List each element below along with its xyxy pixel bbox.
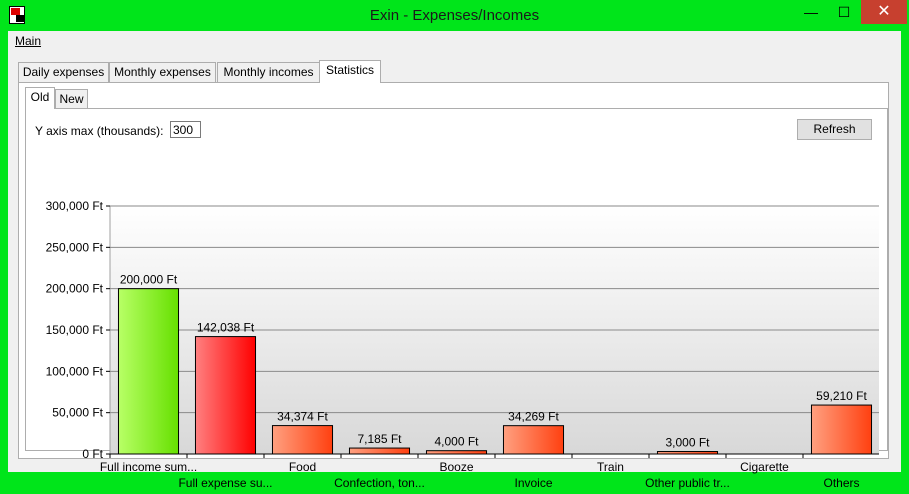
window-client: Main Daily expenses Monthly expenses Mon… — [8, 31, 901, 490]
x-category-label: Full expense su... — [178, 476, 272, 490]
bar-value-label: 142,038 Ft — [197, 321, 255, 335]
bar-value-label: 3,000 Ft — [665, 436, 710, 450]
minimize-button[interactable]: — — [797, 0, 825, 24]
bar-3 — [348, 447, 411, 455]
tab-daily-expenses[interactable]: Daily expenses — [18, 62, 109, 82]
x-category-label: Full income sum... — [100, 460, 197, 474]
bar-value-label: 34,269 Ft — [508, 410, 559, 424]
tab-statistics[interactable]: Statistics — [319, 60, 381, 83]
close-button[interactable]: ✕ — [861, 0, 907, 24]
x-category-label: Others — [823, 476, 859, 490]
bar-value-label: 7,185 Ft — [357, 432, 402, 446]
y-tick-label: 150,000 Ft — [46, 323, 104, 337]
chart-x-axis: Full income sum... Full expense su... Food… — [100, 453, 879, 490]
x-category-label: Confection, ton... — [334, 476, 425, 490]
y-tick-label: 0 Ft — [82, 447, 103, 461]
subtab-old[interactable]: Old — [25, 87, 55, 109]
bar-9 — [810, 404, 873, 455]
x-category-label: Food — [289, 460, 316, 474]
y-tick-label: 300,000 Ft — [46, 199, 104, 213]
subtab-new[interactable]: New — [55, 89, 88, 109]
x-category-label: Invoice — [514, 476, 552, 490]
bar-value-label: 59,210 Ft — [816, 389, 867, 403]
y-tick-label: 100,000 Ft — [46, 364, 104, 378]
bar-5 — [502, 425, 565, 455]
bar-0 — [117, 288, 180, 455]
x-category-label: Booze — [439, 460, 473, 474]
bar-value-label: 34,374 Ft — [277, 410, 328, 424]
bar-value-label: 4,000 Ft — [434, 435, 479, 449]
x-category-label: Cigarette — [740, 460, 789, 474]
y-tick-label: 200,000 Ft — [46, 282, 104, 296]
x-category-label: Train — [597, 460, 624, 474]
statistics-panel: Old New Y axis max (thousands): Refresh … — [18, 82, 889, 490]
y-tick-label: 250,000 Ft — [46, 240, 104, 254]
window-title: Exin - Expenses/Incomes — [369, 7, 540, 24]
bar-value-label: 200,000 Ft — [120, 273, 178, 287]
statistics-chart: 0 Ft 50,000 Ft 100,000 Ft 150,000 Ft 200,000… — [46, 199, 879, 490]
menu-main[interactable]: Main — [15, 34, 41, 48]
menu-bar: Main — [8, 31, 901, 51]
y-tick-label: 50,000 Ft — [52, 406, 103, 420]
x-category-label: Other public tr... — [645, 476, 730, 490]
bar-1 — [194, 336, 257, 455]
title-bar: Exin - Expenses/Incomes — ☐ ✕ — [0, 0, 909, 31]
tab-monthly-incomes[interactable]: Monthly incomes — [217, 62, 320, 82]
bar-2 — [271, 425, 334, 455]
maximize-button[interactable]: ☐ — [830, 0, 858, 24]
tab-monthly-expenses[interactable]: Monthly expenses — [109, 62, 216, 82]
